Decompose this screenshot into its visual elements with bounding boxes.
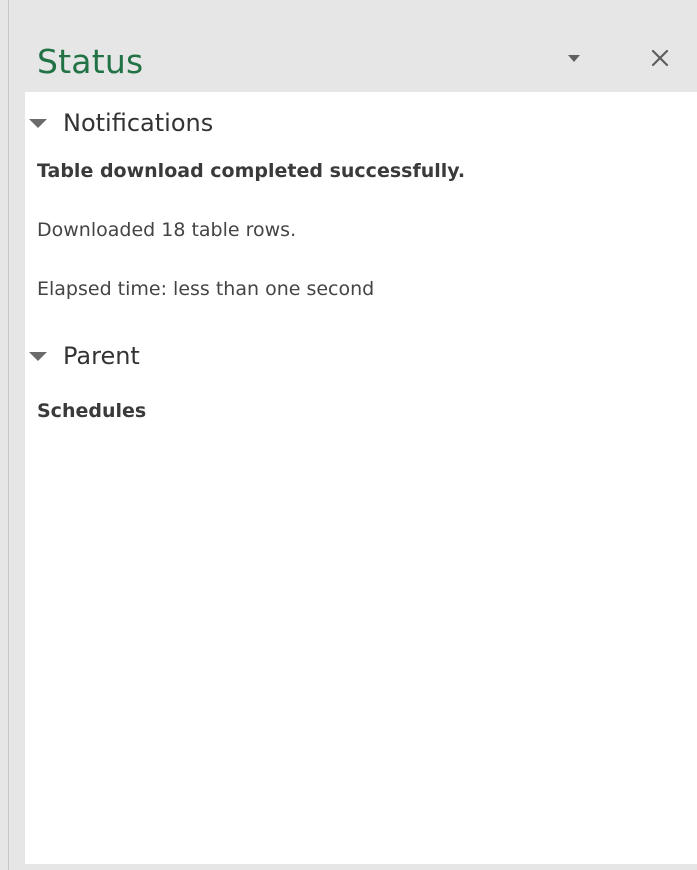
pane-title: Status	[37, 42, 144, 81]
close-button[interactable]	[646, 42, 674, 72]
pane-header: Status	[9, 0, 697, 92]
section-toggle-parent[interactable]: Parent	[25, 339, 185, 373]
close-icon	[651, 49, 669, 67]
section-title-parent: Parent	[63, 342, 140, 370]
status-pane: Status Notifications Table download comp…	[0, 0, 697, 870]
caret-down-icon	[29, 119, 47, 128]
notification-message: Table download completed successfully.	[37, 160, 466, 182]
notification-elapsed: Elapsed time: less than one second	[37, 278, 375, 300]
notification-rows: Downloaded 18 table rows.	[37, 219, 297, 241]
section-toggle-notifications[interactable]: Notifications	[25, 106, 265, 140]
caret-down-icon	[29, 352, 47, 361]
chevron-down-icon	[568, 55, 580, 62]
section-title-notifications: Notifications	[63, 109, 214, 137]
parent-value: Schedules	[37, 400, 147, 422]
pane-options-button[interactable]	[562, 46, 586, 70]
pane-content: Notifications Table download completed s…	[25, 92, 697, 864]
pane-left-border	[8, 0, 9, 870]
